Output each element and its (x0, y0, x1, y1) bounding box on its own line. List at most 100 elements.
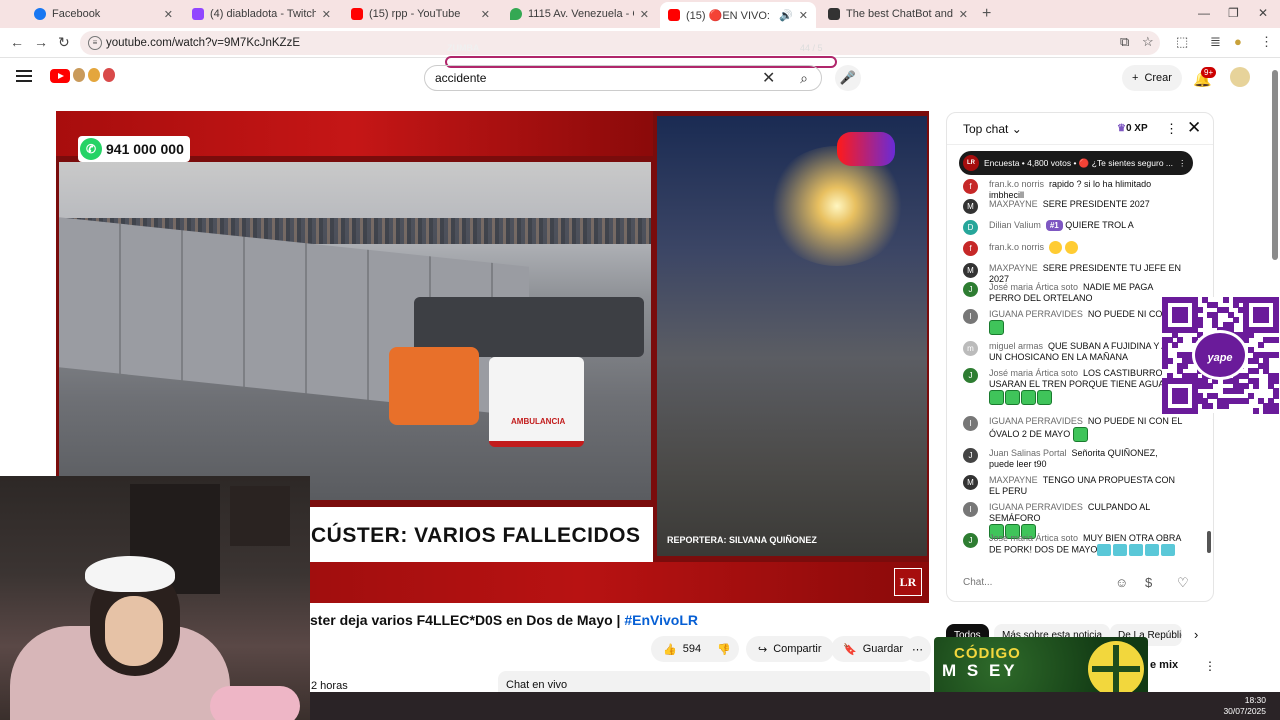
url-text: youtube.com/watch?v=9M7KcJnKZzE (106, 37, 300, 49)
bookmark-star-icon[interactable]: ☆ (1142, 34, 1154, 50)
page-scrollbar[interactable] (1272, 70, 1278, 260)
chat-scrollbar[interactable] (1207, 531, 1211, 553)
back-button[interactable]: ← (10, 34, 24, 50)
heart-icon[interactable]: ♡ (1177, 575, 1189, 591)
tab-title: (15) rpp - YouTube (369, 8, 461, 20)
chat-author[interactable]: MAXPAYNE (989, 263, 1038, 273)
chat-author[interactable]: José maria Ártica soto (989, 282, 1078, 292)
chat-author[interactable]: José maria Ártica soto (989, 368, 1078, 378)
reporter-camera-image: REPORTERA: SILVANA QUIÑONEZ (657, 116, 927, 556)
restore-button[interactable]: ❐ (1228, 6, 1239, 20)
clock-time: 18:30 (1244, 695, 1266, 705)
reload-button[interactable]: ↻ (58, 34, 70, 51)
github-icon (828, 8, 840, 20)
poll-banner[interactable]: LR Encuesta • 4,800 votos • 🔴 ¿Te siente… (959, 151, 1193, 175)
chat-mode-dropdown[interactable]: Top chat ⌄ (963, 122, 1022, 136)
qr-module (1207, 382, 1214, 389)
chat-author[interactable]: miguel armas (989, 341, 1043, 351)
close-icon[interactable]: ✕ (481, 8, 490, 21)
chat-author[interactable]: MAXPAYNE (989, 199, 1038, 209)
minimize-button[interactable]: — (1198, 6, 1210, 20)
close-icon[interactable]: ✕ (322, 8, 331, 21)
clear-search-icon[interactable]: ✕ (762, 68, 775, 88)
thumbs-up-icon[interactable]: 👍 (663, 643, 677, 656)
new-tab-button[interactable]: + (982, 5, 991, 23)
close-icon[interactable]: ✕ (640, 8, 649, 21)
media-controls-icon[interactable]: ≣ (1210, 34, 1221, 50)
chat-author[interactable]: IGUANA PERRAVIDES (989, 416, 1083, 426)
qr-module (1162, 362, 1168, 369)
emoji-icon (1005, 390, 1020, 405)
lower-third-text: CÚSTER: VARIOS FALLECIDOS (311, 524, 641, 547)
background-shelf (230, 486, 290, 546)
maps-pin-icon (510, 8, 522, 20)
extensions-icon[interactable]: ⬚ (1176, 34, 1188, 50)
chat-author[interactable]: José maria Ártica soto (989, 533, 1078, 543)
chat-author[interactable]: IGUANA PERRAVIDES (989, 309, 1083, 319)
user-avatar: J (963, 448, 978, 463)
laughing-emoji-icon (1064, 241, 1078, 254)
share-button[interactable]: ↪ Compartir (746, 636, 834, 662)
tab-title: (4) diabladota - Twitch (210, 8, 316, 20)
hamburger-menu-icon[interactable] (16, 70, 32, 82)
like-dislike-button[interactable]: 👍 594 👎 (651, 636, 739, 662)
tab-en-vivo[interactable]: (15) 🔴EN VIVO: choque de 🔊 ✕ (660, 2, 816, 28)
emoji-picker-icon[interactable]: ☺ (1115, 575, 1128, 590)
site-info-icon[interactable]: ≡ (88, 36, 102, 50)
close-icon[interactable]: ✕ (799, 9, 808, 22)
window-close-button[interactable]: ✕ (1258, 6, 1268, 20)
chat-message: J José maria Ártica soto LOS CASTIBURROS … (963, 368, 1185, 405)
thumbs-down-icon[interactable]: 👎 (717, 643, 731, 656)
close-icon[interactable]: ✕ (959, 8, 968, 21)
tab-chatbot[interactable]: The best ChatBot and Widgets ✕ (820, 3, 976, 25)
super-chat-icon[interactable]: $ (1145, 575, 1152, 590)
chat-author[interactable]: Juan Salinas Portal (989, 448, 1067, 458)
bookmark-icon: 🔖 (843, 643, 857, 656)
close-icon[interactable]: ✕ (164, 8, 173, 21)
description-text: Chat en vivo (506, 679, 568, 691)
chat-more-icon[interactable]: ⋮ (1165, 121, 1178, 137)
chat-author[interactable]: Dilian Valium (989, 220, 1041, 230)
chevron-right-icon[interactable]: › (1194, 627, 1198, 642)
microphone-icon[interactable]: 🎤 (835, 65, 861, 91)
recommendation-title[interactable]: e mix (1150, 659, 1178, 671)
emoji-icon (1021, 390, 1036, 405)
chat-text: QUIERE TROL A (1065, 220, 1134, 230)
search-button[interactable]: ⌕ (786, 66, 822, 90)
poll-text: Encuesta • 4,800 votos • 🔴 ¿Te sientes s… (984, 157, 1173, 168)
browser-toolbar: ← → ↻ ≡ youtube.com/watch?v=9M7KcJnKZzE … (0, 28, 1280, 58)
tab-twitch[interactable]: (4) diabladota - Twitch ✕ (184, 3, 339, 25)
create-button[interactable]: + Crear (1122, 65, 1182, 91)
doodle-icon (88, 68, 100, 82)
more-actions-button[interactable]: ⋯ (905, 636, 931, 662)
qr-module (1272, 337, 1279, 344)
xp-counter[interactable]: ♛0 XP (1117, 123, 1148, 134)
close-chat-icon[interactable]: ✕ (1187, 118, 1201, 138)
profile-icon[interactable]: ● (1234, 34, 1242, 49)
chat-author[interactable]: IGUANA PERRAVIDES (989, 502, 1083, 512)
speaker-icon[interactable]: 🔊 (779, 9, 793, 22)
chat-author[interactable]: fran.k.o norris (989, 179, 1044, 189)
chat-input[interactable]: Chat... (963, 572, 1113, 594)
hashtag-link[interactable]: #EnVivoLR (624, 612, 698, 628)
system-clock[interactable]: 18:30 30/07/2025 (1223, 695, 1266, 717)
save-button[interactable]: 🔖 Guardar (831, 636, 916, 662)
chat-author[interactable]: fran.k.o norris (989, 242, 1044, 252)
twitch-icon (192, 8, 204, 20)
qr-module (1272, 327, 1279, 334)
user-avatar: M (963, 263, 978, 278)
address-bar[interactable]: ≡ youtube.com/watch?v=9M7KcJnKZzE (80, 31, 1160, 55)
install-icon[interactable]: ⧉ (1120, 34, 1129, 50)
forward-button[interactable]: → (34, 34, 48, 50)
youtube-logo[interactable] (50, 69, 70, 83)
chat-author[interactable]: MAXPAYNE (989, 475, 1038, 485)
tab-rpp-youtube[interactable]: (15) rpp - YouTube ✕ (343, 3, 498, 25)
tab-facebook[interactable]: Facebook ✕ (26, 3, 181, 25)
menu-icon[interactable]: ⋮ (1260, 34, 1273, 50)
user-avatar: I (963, 309, 978, 324)
poll-more-icon[interactable]: ⋮ (1178, 158, 1193, 169)
account-avatar[interactable] (1230, 67, 1250, 87)
user-avatar: f (963, 241, 978, 256)
more-vertical-icon[interactable]: ⋮ (1204, 659, 1216, 673)
tab-google-maps[interactable]: 1115 Av. Venezuela - Google M ✕ (502, 3, 657, 25)
